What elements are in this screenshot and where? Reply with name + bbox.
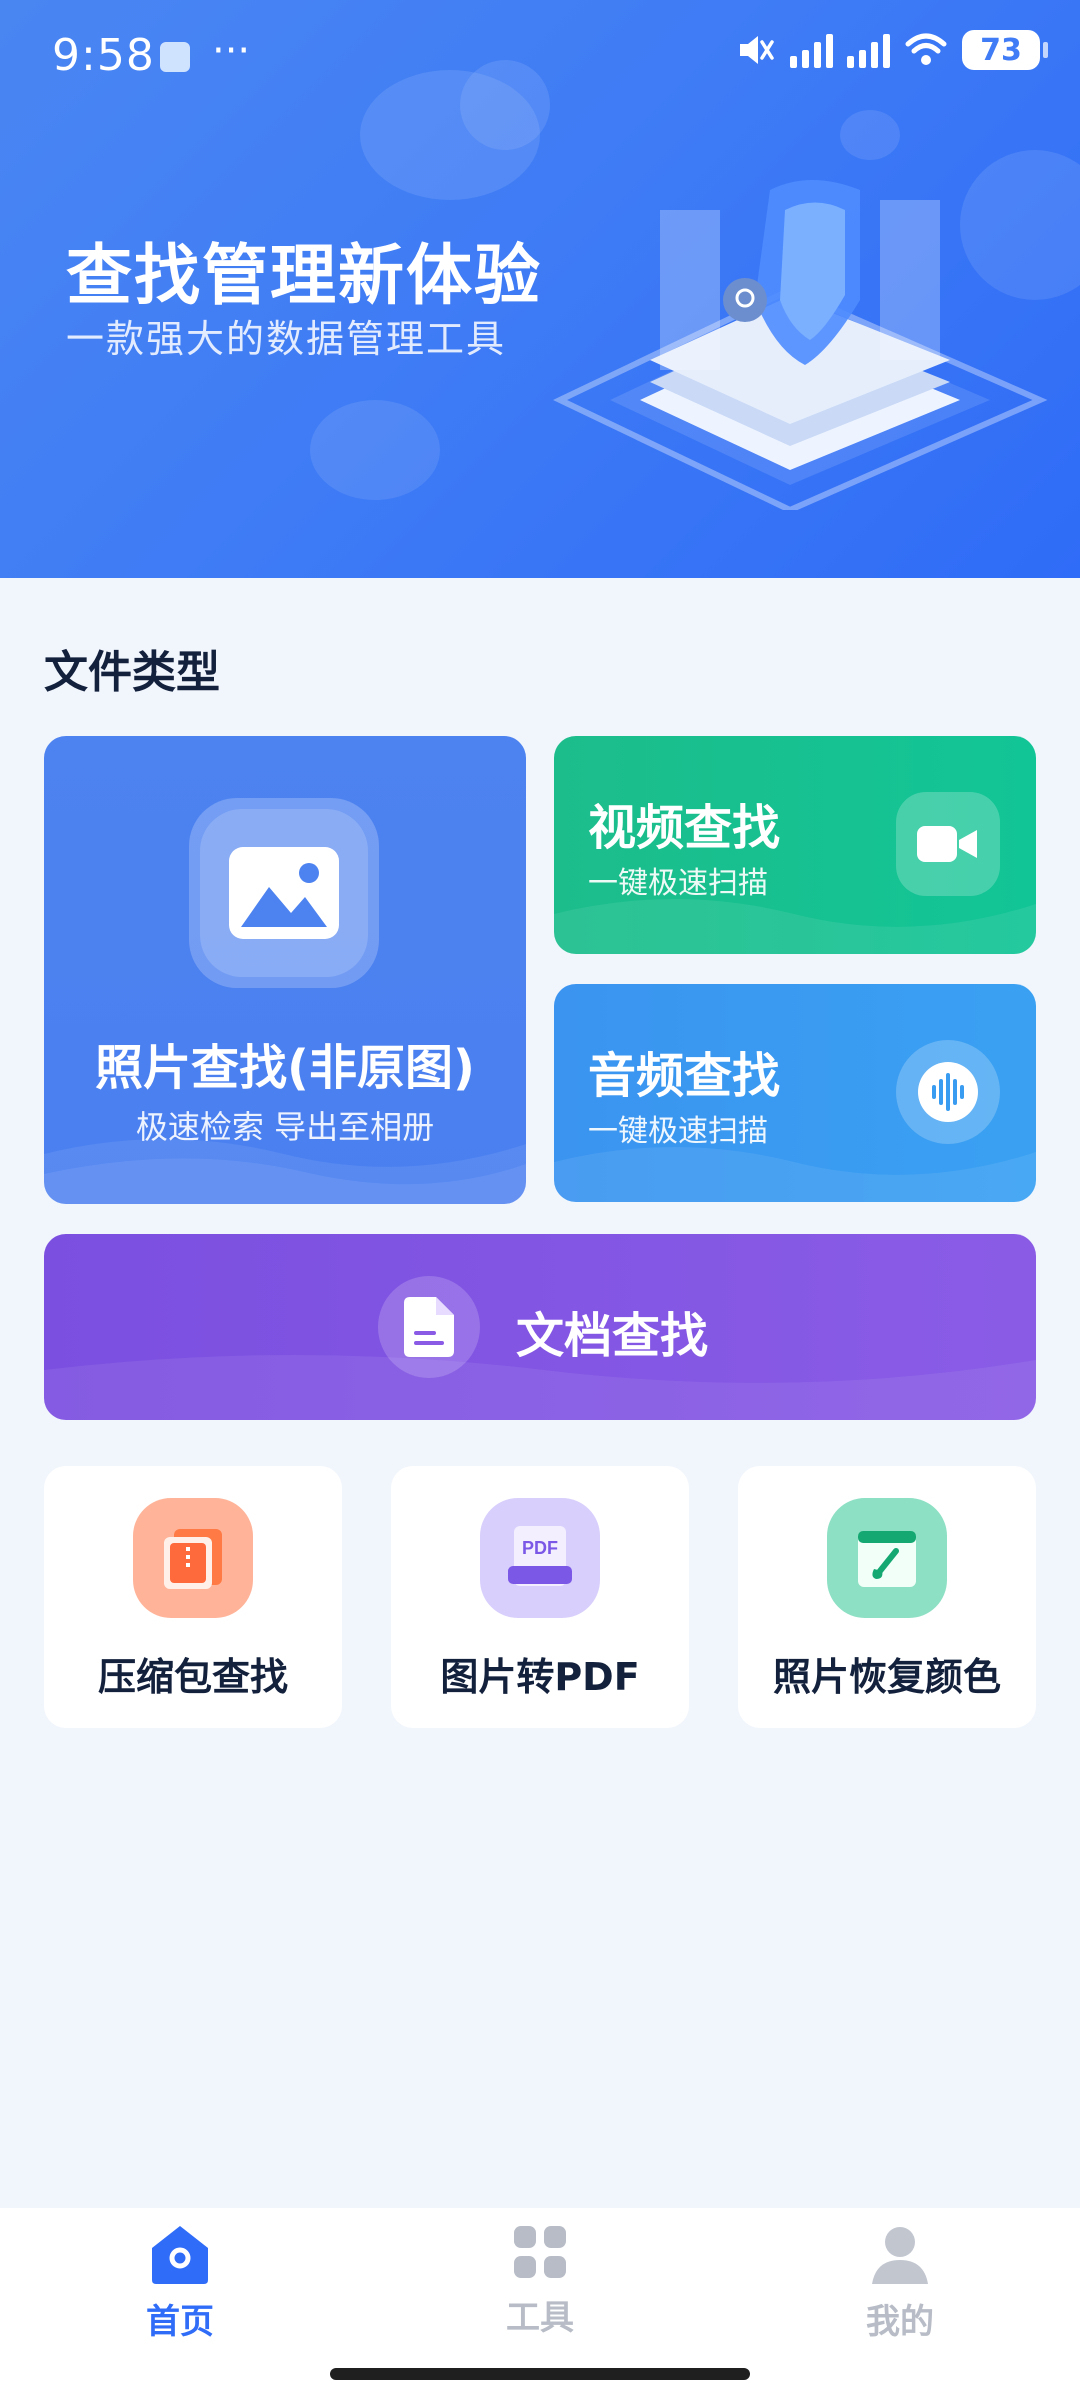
image-icon	[229, 847, 339, 939]
signal-icon-2	[847, 32, 890, 68]
pdf-icon-text: PDF	[522, 1538, 558, 1558]
video-search-subtitle: 一键极速扫描	[588, 866, 768, 901]
hero-subtitle: 一款强大的数据管理工具	[66, 317, 507, 361]
photo-search-title: 照片查找(非原图)	[95, 1040, 475, 1096]
zip-icon-container	[133, 1498, 253, 1618]
audio-search-subtitle: 一键极速扫描	[588, 1114, 768, 1149]
home-icon	[152, 2226, 208, 2284]
photo-icon-container	[189, 798, 379, 988]
photo-color-restore-label: 照片恢复颜色	[772, 1655, 1001, 1699]
status-bar: 9:58 ··· 73	[0, 0, 1080, 116]
video-camera-icon	[917, 826, 977, 862]
user-icon	[872, 2227, 928, 2284]
audio-icon-container	[896, 1040, 1000, 1144]
tab-home-label: 首页	[146, 2302, 214, 2342]
shield-illustration	[553, 180, 1048, 510]
video-search-card[interactable]: 视频查找 一键极速扫描	[554, 736, 1036, 954]
tab-profile-label: 我的	[866, 2302, 934, 2342]
mute-icon	[740, 36, 774, 64]
wifi-icon	[905, 33, 947, 65]
photo-color-restore-tool[interactable]: 照片恢复颜色	[738, 1466, 1036, 1728]
hero-banner: 9:58 ··· 73 查找管理新体验 一款强大的数据管理工具	[0, 0, 1080, 578]
battery-indicator: 73	[962, 30, 1048, 70]
status-time: 9:58	[52, 30, 155, 81]
paint-brush-icon	[858, 1531, 916, 1587]
zip-search-label: 压缩包查找	[97, 1655, 288, 1699]
document-search-card[interactable]: 文档查找	[44, 1234, 1036, 1420]
home-indicator[interactable]	[330, 2368, 750, 2380]
document-icon	[404, 1297, 454, 1357]
tab-tools[interactable]: 工具	[440, 2222, 640, 2362]
zip-icon	[164, 1529, 222, 1589]
tab-tools-label: 工具	[506, 2298, 574, 2338]
hero-title: 查找管理新体验	[66, 237, 542, 314]
section-title-file-types: 文件类型	[44, 647, 220, 698]
document-icon-container	[378, 1276, 480, 1378]
paint-icon-container	[827, 1498, 947, 1618]
notification-app-icon	[160, 42, 190, 72]
video-icon-container	[896, 792, 1000, 896]
video-search-title: 视频查找	[588, 800, 781, 856]
tab-profile[interactable]: 我的	[800, 2222, 1000, 2362]
photo-search-card[interactable]: 照片查找(非原图) 极速检索 导出至相册	[44, 736, 526, 1204]
pdf-icon-container: PDF	[480, 1498, 600, 1618]
tab-home[interactable]: 首页	[80, 2222, 280, 2362]
audio-wave-icon	[918, 1062, 978, 1122]
audio-search-card[interactable]: 音频查找 一键极速扫描	[554, 984, 1036, 1202]
more-notifications-icon: ···	[212, 28, 251, 74]
image-to-pdf-tool[interactable]: PDF 图片转PDF	[391, 1466, 689, 1728]
zip-search-tool[interactable]: 压缩包查找	[44, 1466, 342, 1728]
document-search-title: 文档查找	[516, 1308, 709, 1364]
signal-icon	[790, 32, 833, 68]
grid-icon	[514, 2226, 566, 2278]
photo-search-subtitle: 极速检索 导出至相册	[135, 1108, 435, 1146]
audio-search-title: 音频查找	[588, 1048, 781, 1104]
image-to-pdf-label: 图片转PDF	[440, 1655, 640, 1699]
pdf-icon: PDF	[508, 1526, 572, 1586]
